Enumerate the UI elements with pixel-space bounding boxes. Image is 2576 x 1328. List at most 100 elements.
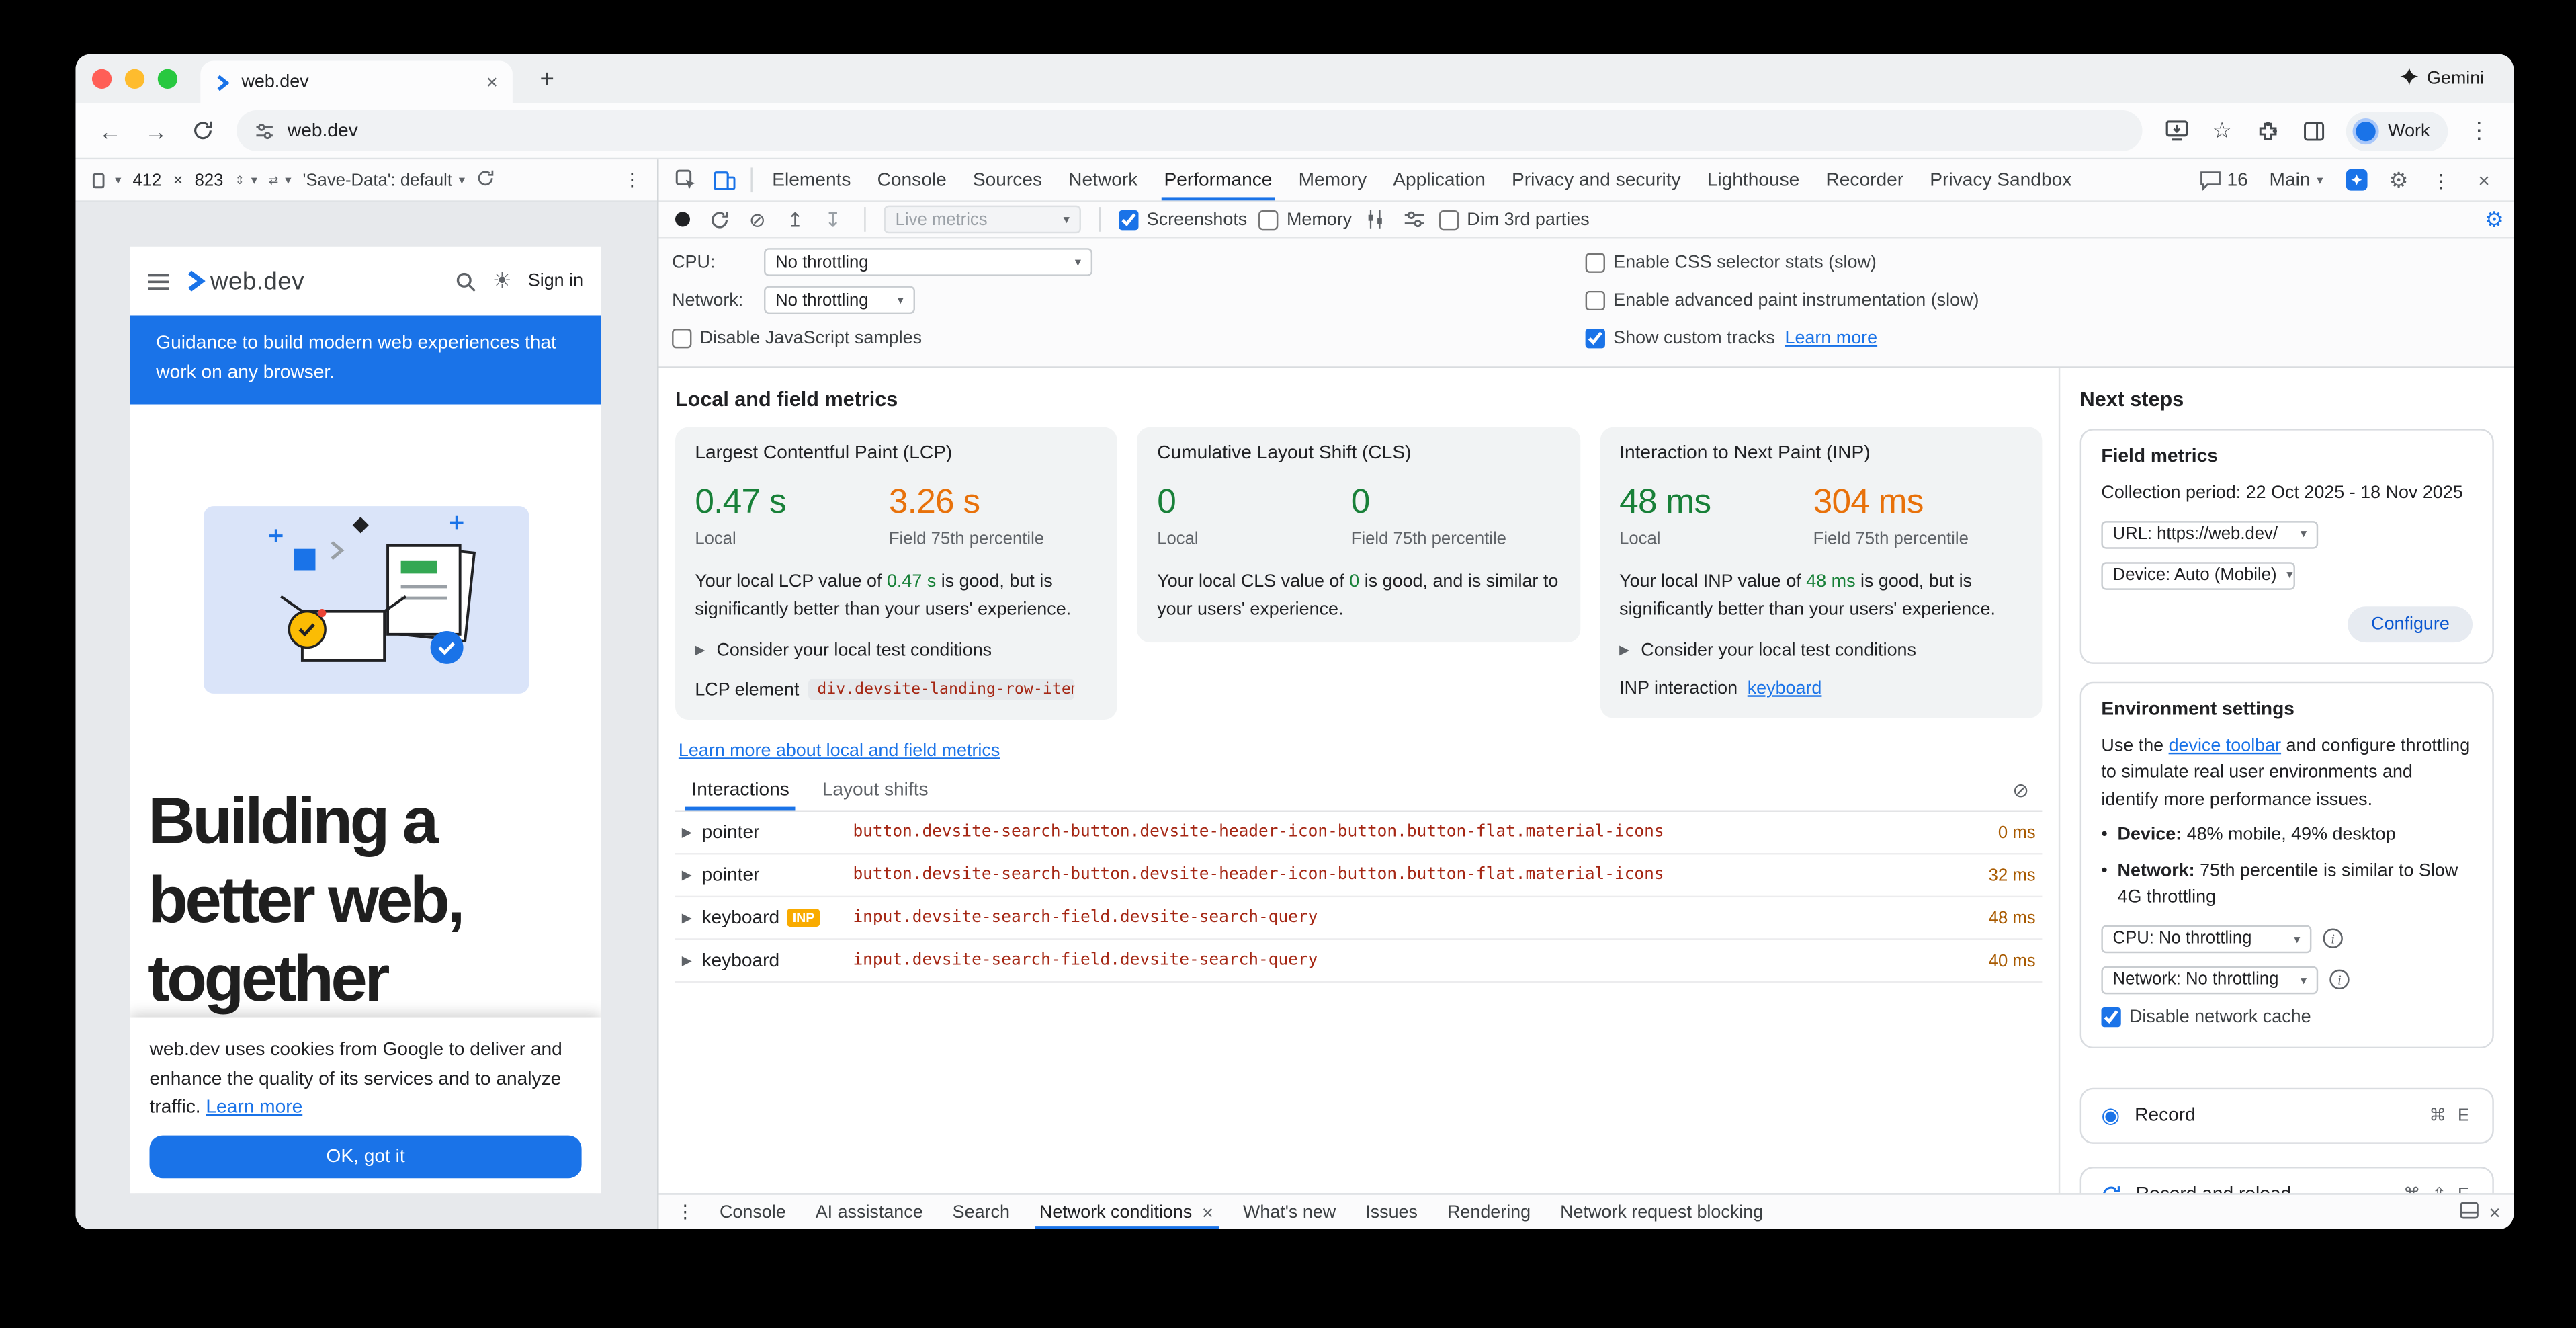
drawer-tab-ai-assistance[interactable]: AI assistance <box>801 1195 938 1229</box>
tab-recorder[interactable]: Recorder <box>1813 159 1917 200</box>
browser-tab[interactable]: web.dev × <box>200 60 513 103</box>
interaction-source-link[interactable]: button.devsite-search-button.devsite-hea… <box>853 823 1975 841</box>
custom-tracks-learn-more-link[interactable]: Learn more <box>1785 328 1878 347</box>
install-icon[interactable] <box>2155 110 2198 153</box>
drawer-tab-network-request-blocking[interactable]: Network request blocking <box>1545 1195 1778 1229</box>
tab-close-icon[interactable]: × <box>486 73 498 92</box>
disable-network-cache-checkbox[interactable]: Disable network cache <box>2101 1007 2311 1026</box>
metrics-learn-more-link[interactable]: Learn more about local and field metrics <box>679 741 1000 761</box>
context-dropdown[interactable]: Main▾ <box>2260 170 2333 190</box>
device-toolbar-more-icon[interactable]: ⋮ <box>624 170 641 190</box>
drawer-tab-network-conditions[interactable]: Network conditions× <box>1025 1195 1228 1229</box>
interaction-row[interactable]: ▶ pointer button.devsite-search-button.d… <box>675 855 2042 898</box>
tab-sources[interactable]: Sources <box>959 159 1055 200</box>
row-expand-icon[interactable]: ▶ <box>682 911 692 925</box>
inspect-icon[interactable] <box>665 159 705 200</box>
sidebar-network-select[interactable]: Network: No throttling▾ <box>2101 966 2318 994</box>
orientation-dropdown[interactable]: ⇄▾ <box>269 173 291 187</box>
paint-instrumentation-checkbox[interactable]: Enable advanced paint instrumentation (s… <box>1586 290 1979 310</box>
site-settings-icon[interactable] <box>255 121 274 140</box>
network-throttling-select[interactable]: No throttling▾ <box>764 286 915 314</box>
live-metrics-dropdown[interactable]: Live metrics▾ <box>884 206 1081 234</box>
close-drawer-icon[interactable]: × <box>2489 1202 2500 1222</box>
tab-console[interactable]: Console <box>864 159 959 200</box>
back-button[interactable]: ← <box>89 110 132 153</box>
window-minimize-button[interactable] <box>125 69 144 89</box>
inp-interaction-link[interactable]: keyboard <box>1748 679 1822 698</box>
theme-toggle-icon[interactable]: ☀ <box>492 268 512 294</box>
clear-log-icon[interactable]: ⊘ <box>2012 779 2029 802</box>
ai-assistance-icon[interactable] <box>2336 169 2376 191</box>
row-expand-icon[interactable]: ▶ <box>682 954 692 967</box>
sidebar-cpu-select[interactable]: CPU: No throttling▾ <box>2101 925 2311 953</box>
device-type-dropdown[interactable]: ▾ <box>92 172 121 188</box>
site-logo[interactable]: web.dev <box>185 267 304 295</box>
tab-interactions[interactable]: Interactions <box>675 771 806 811</box>
console-messages-badge[interactable]: 16 <box>2191 170 2256 190</box>
show-custom-tracks-checkbox[interactable]: Show custom tracks <box>1586 328 1775 347</box>
profile-button[interactable]: Work <box>2346 111 2448 151</box>
cookie-learn-more-link[interactable]: Learn more <box>206 1097 302 1117</box>
window-zoom-button[interactable] <box>158 69 177 89</box>
configure-button[interactable]: Configure <box>2348 606 2473 642</box>
drawer-tab-search[interactable]: Search <box>938 1195 1025 1229</box>
cpu-throttling-select[interactable]: No throttling▾ <box>764 248 1092 276</box>
reload-button[interactable] <box>181 110 224 153</box>
load-profile-icon[interactable]: ↥ <box>782 208 808 231</box>
close-devtools-icon[interactable]: × <box>2464 170 2504 190</box>
tab-lighthouse[interactable]: Lighthouse <box>1694 159 1813 200</box>
rotate-icon[interactable] <box>476 169 495 192</box>
drawer-tab-whats-new[interactable]: What's new <box>1228 1195 1350 1229</box>
device-toolbar-link[interactable]: device toolbar <box>2169 735 2281 755</box>
bookmark-icon[interactable]: ☆ <box>2200 110 2243 153</box>
gemini-button[interactable]: Gemini <box>2401 67 2497 90</box>
tab-privacy-and-security[interactable]: Privacy and security <box>1498 159 1694 200</box>
save-data-dropdown[interactable]: 'Save-Data': default▾ <box>303 170 465 190</box>
tab-application[interactable]: Application <box>1380 159 1499 200</box>
extensions-icon[interactable] <box>2247 110 2290 153</box>
interaction-row[interactable]: ▶ pointer button.devsite-search-button.d… <box>675 812 2042 855</box>
save-profile-icon[interactable]: ↧ <box>820 208 846 231</box>
memory-checkbox[interactable]: Memory <box>1258 210 1352 229</box>
cpu-info-icon[interactable]: i <box>2323 929 2343 948</box>
address-bar[interactable]: web.dev <box>237 110 2141 151</box>
tab-performance[interactable]: Performance <box>1151 159 1285 200</box>
field-url-select[interactable]: URL: https://web.dev/▾ <box>2101 520 2318 548</box>
css-selector-stats-checkbox[interactable]: Enable CSS selector stats (slow) <box>1586 252 1877 272</box>
dim-3rd-parties-checkbox[interactable]: Dim 3rd parties <box>1439 210 1590 229</box>
hamburger-menu-icon[interactable] <box>148 272 169 290</box>
capture-settings-gear-icon[interactable]: ⚙ <box>2485 206 2504 233</box>
field-device-select[interactable]: Device: Auto (Mobile)▾ <box>2101 561 2295 589</box>
tab-memory[interactable]: Memory <box>1285 159 1380 200</box>
interaction-source-link[interactable]: button.devsite-search-button.devsite-hea… <box>853 866 1965 884</box>
network-info-icon[interactable]: i <box>2329 970 2349 989</box>
panel-layout-icon[interactable] <box>2459 1200 2479 1223</box>
window-close-button[interactable] <box>92 69 112 89</box>
viewport-height-input[interactable]: 823 <box>195 170 224 190</box>
device-toolbar-icon[interactable] <box>705 159 744 200</box>
tab-layout-shifts[interactable]: Layout shifts <box>806 771 945 811</box>
disable-js-samples-checkbox[interactable]: Disable JavaScript samples <box>672 328 922 347</box>
devtools-more-icon[interactable]: ⋮ <box>2421 169 2461 192</box>
sliders-icon[interactable] <box>1401 210 1427 229</box>
search-icon[interactable] <box>455 270 476 292</box>
settings-icon[interactable]: ⚙ <box>2379 167 2419 193</box>
record-icon[interactable] <box>669 212 695 226</box>
new-tab-button[interactable]: + <box>529 65 565 93</box>
inp-conditions-disclosure[interactable]: ▶Consider your local test conditions <box>1619 641 2022 661</box>
tab-network[interactable]: Network <box>1056 159 1151 200</box>
forward-button[interactable]: → <box>135 110 178 153</box>
record-reload-action-button[interactable]: Record and reload ⌘ ⇧ E <box>2080 1167 2494 1194</box>
tab-privacy-sandbox[interactable]: Privacy Sandbox <box>1917 159 2085 200</box>
lcp-conditions-disclosure[interactable]: ▶Consider your local test conditions <box>695 641 1098 661</box>
side-panel-icon[interactable] <box>2292 110 2335 153</box>
drawer-tab-issues[interactable]: Issues <box>1350 1195 1432 1229</box>
drawer-more-icon[interactable]: ⋮ <box>665 1195 705 1229</box>
row-expand-icon[interactable]: ▶ <box>682 826 692 839</box>
cookie-accept-button[interactable]: OK, got it <box>150 1136 582 1179</box>
row-expand-icon[interactable]: ▶ <box>682 868 692 882</box>
record-action-button[interactable]: ◉ Record ⌘ E <box>2080 1087 2494 1143</box>
candlestick-chart-icon[interactable] <box>1363 210 1389 229</box>
lcp-element-link[interactable]: div.devsite-landing-row-item-d… <box>809 679 1075 700</box>
viewport-width-input[interactable]: 412 <box>132 170 161 190</box>
